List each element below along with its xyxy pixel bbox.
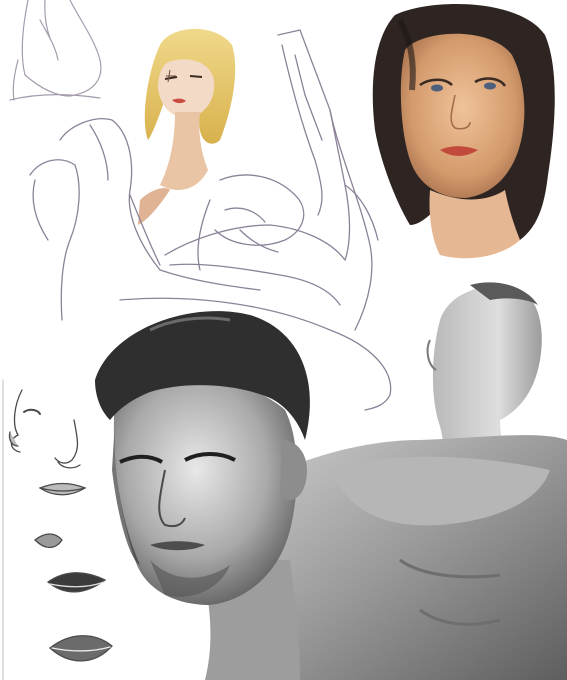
blonde-woman-portrait <box>138 28 236 225</box>
sketch-page-artwork <box>2 0 567 680</box>
brunette-woman-portrait <box>372 4 555 259</box>
sketch-page-canvas <box>0 0 567 680</box>
raised-arm-sketch <box>277 29 379 331</box>
torso-sketch-top-left <box>9 0 102 101</box>
feature-studies <box>2 379 113 680</box>
